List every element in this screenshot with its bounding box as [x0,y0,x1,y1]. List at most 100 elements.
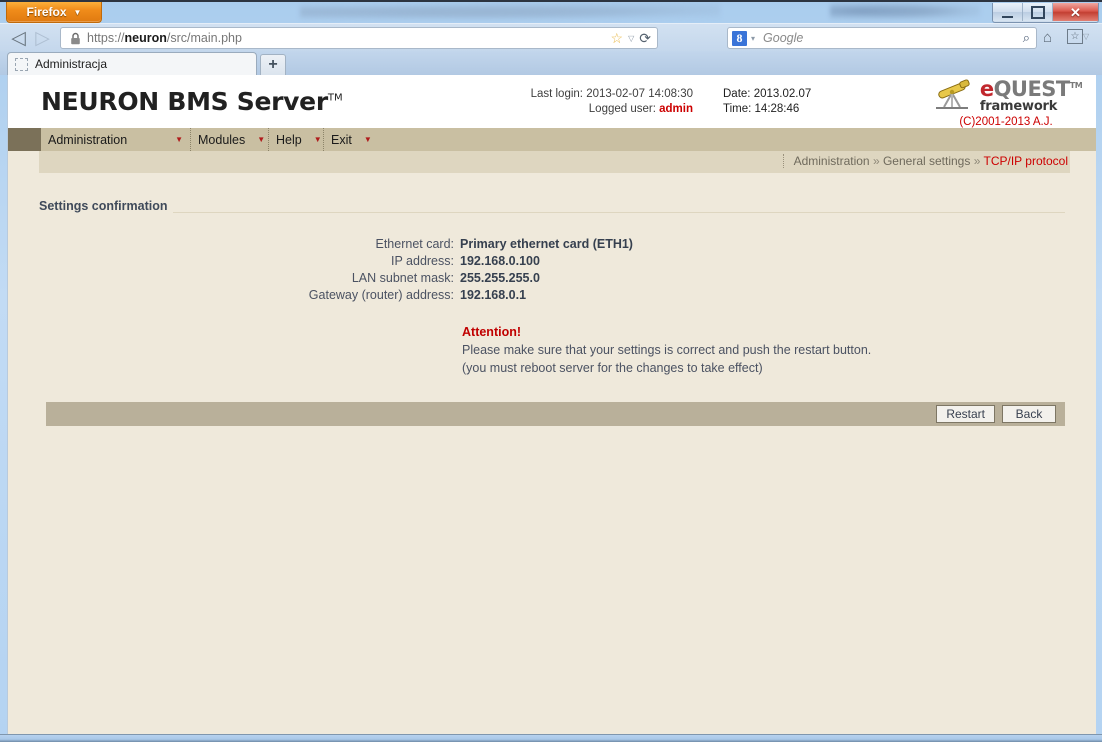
restart-button[interactable]: Restart [936,405,995,423]
close-icon: ✕ [1070,4,1081,20]
settings-summary-table: Ethernet card: Primary ethernet card (ET… [39,236,769,304]
firefox-window: Firefox ▼ ✕ ◁ ▷ https://neuron/src/main.… [0,0,1102,742]
logo-row: eQUESTTM framework [926,79,1086,113]
date-row: Date: 2013.02.07 [723,87,811,102]
menu-item-label: Help [276,132,302,147]
home-button[interactable]: ⌂ [1043,29,1052,46]
brand-name: NEURON BMS Server [41,87,328,116]
logo-rest: QUEST [993,77,1071,101]
chevron-down-icon[interactable]: ▽ [628,34,634,43]
menu-item-exit[interactable]: Exit ▼ [324,128,376,151]
datetime-info: Date: 2013.02.07 Time: 14:28:46 [723,87,811,117]
breadcrumb-separator: » [872,154,880,168]
back-button[interactable]: ◁ [8,28,29,49]
logo-letter-e: e [979,77,994,101]
time-value: 14:28:46 [754,103,800,115]
app-header: NEURON BMS ServerTM Last login: 2013-02-… [8,75,1096,128]
setting-value: 255.255.255.0 [460,271,540,285]
last-login-label: Last login: [530,88,583,100]
main-content: Settings confirmation Ethernet card: Pri… [8,175,1096,426]
menu-corner-block [8,128,41,151]
setting-value: 192.168.0.100 [460,254,540,268]
logged-user-label: Logged user: [588,103,656,115]
chevron-down-icon: ▼ [363,134,372,144]
window-bottom-edge [0,734,1102,742]
chevron-down-icon[interactable]: ▾ [751,34,755,43]
last-login-value: 2013-02-07 14:08:30 [586,88,693,100]
home-icon: ⌂ [1043,29,1053,46]
menu-item-modules[interactable]: Modules ▼ [191,128,269,151]
setting-label: Gateway (router) address: [308,288,454,302]
firefox-menu-button[interactable]: Firefox ▼ [6,2,102,23]
minimize-icon [1002,13,1013,18]
search-icon[interactable]: ⌕ [1023,30,1030,46]
trademark-mark: TM [327,92,343,104]
title-bar: Firefox ▼ ✕ [0,2,1102,23]
session-info: Last login: 2013-02-07 14:08:30 Logged u… [478,87,693,117]
logged-user-value: admin [659,103,693,115]
browser-toolbar: ◁ ▷ https://neuron/src/main.php ☆ ▽ ⟳ 8 … [0,23,1102,52]
table-row: Ethernet card: Primary ethernet card (ET… [39,236,769,253]
tab-strip: Administracja + [0,51,1102,75]
setting-label: LAN subnet mask: [351,271,454,285]
chevron-down-icon: ▼ [73,7,82,17]
menu-item-label: Exit [331,132,352,147]
table-row: Gateway (router) address: 192.168.0.1 [39,287,769,304]
chevron-down-icon: ▼ [175,134,183,144]
menu-item-label: Modules [198,132,246,147]
setting-label: Ethernet card: [375,237,454,251]
breadcrumb: Administration » General settings » TCP/… [782,154,1068,168]
breadcrumb-level-2[interactable]: General settings [883,154,970,168]
telescope-icon [930,79,978,113]
new-tab-button[interactable]: + [260,54,286,75]
page-title: NEURON BMS ServerTM [41,87,343,116]
plus-icon: + [268,56,278,73]
bookmark-star-icon[interactable]: ☆ [611,30,624,47]
breadcrumb-separator: » [973,154,981,168]
url-host: neuron [124,31,167,45]
date-value: 2013.02.07 [753,88,812,100]
breadcrumb-level-1[interactable]: Administration [794,154,870,168]
back-button[interactable]: Back [1002,405,1056,423]
breadcrumb-current: TCP/IP protocol [983,154,1068,168]
main-menu-bar: Administration ▼ Modules ▼ Help ▼ Exit ▼ [8,128,1096,151]
tab-administracja[interactable]: Administracja [7,52,257,75]
logo-tm: TM [1069,81,1083,90]
menu-item-help[interactable]: Help ▼ [269,128,324,151]
action-button-bar: Restart Back [46,402,1065,426]
page-viewport: NEURON BMS ServerTM Last login: 2013-02-… [7,75,1096,735]
window-controls: ✕ [992,3,1099,23]
close-button[interactable]: ✕ [1053,3,1098,21]
logo-framework-text: framework [979,99,1058,114]
forward-arrow-icon: ▷ [35,28,50,49]
table-row: LAN subnet mask: 255.255.255.0 [39,270,769,287]
lock-icon [66,32,84,45]
logo-equest-text: eQUESTTM [979,77,1083,101]
search-input[interactable]: Google [763,31,803,45]
search-bar[interactable]: 8 ▾ Google ⌕ [727,27,1037,49]
time-row: Time: 14:28:46 [723,102,811,117]
section-header: Settings confirmation [39,197,1065,217]
google-icon[interactable]: 8 [732,30,747,46]
last-login-row: Last login: 2013-02-07 14:08:30 [478,87,693,102]
address-bar[interactable]: https://neuron/src/main.php ☆ ▽ ⟳ [60,27,658,49]
section-divider [39,212,1065,213]
address-bar-url: https://neuron/src/main.php [87,31,242,45]
maximize-button[interactable] [1023,3,1053,21]
setting-value: Primary ethernet card (ETH1) [460,237,633,251]
equest-logo: eQUESTTM framework (C)2001-2013 A.J. [926,79,1086,128]
menu-item-administration[interactable]: Administration ▼ [41,128,191,151]
attention-line-2: (you must reboot server for the changes … [462,361,763,375]
section-title: Settings confirmation [39,199,174,213]
attention-title: Attention! [462,325,522,339]
menu-item-label: Administration [48,132,128,147]
bookmarks-button[interactable]: ☆ ▽ [1067,29,1089,44]
copyright-text: (C)2001-2013 A.J. [959,116,1053,128]
attention-notice: Attention! Please make sure that your se… [462,323,1096,377]
firefox-menu-label: Firefox [26,5,67,19]
forward-button[interactable]: ▷ [32,28,53,49]
minimize-button[interactable] [993,3,1023,21]
date-label: Date: [723,88,751,100]
reload-icon[interactable]: ⟳ [639,30,651,47]
maximize-icon [1030,5,1045,19]
